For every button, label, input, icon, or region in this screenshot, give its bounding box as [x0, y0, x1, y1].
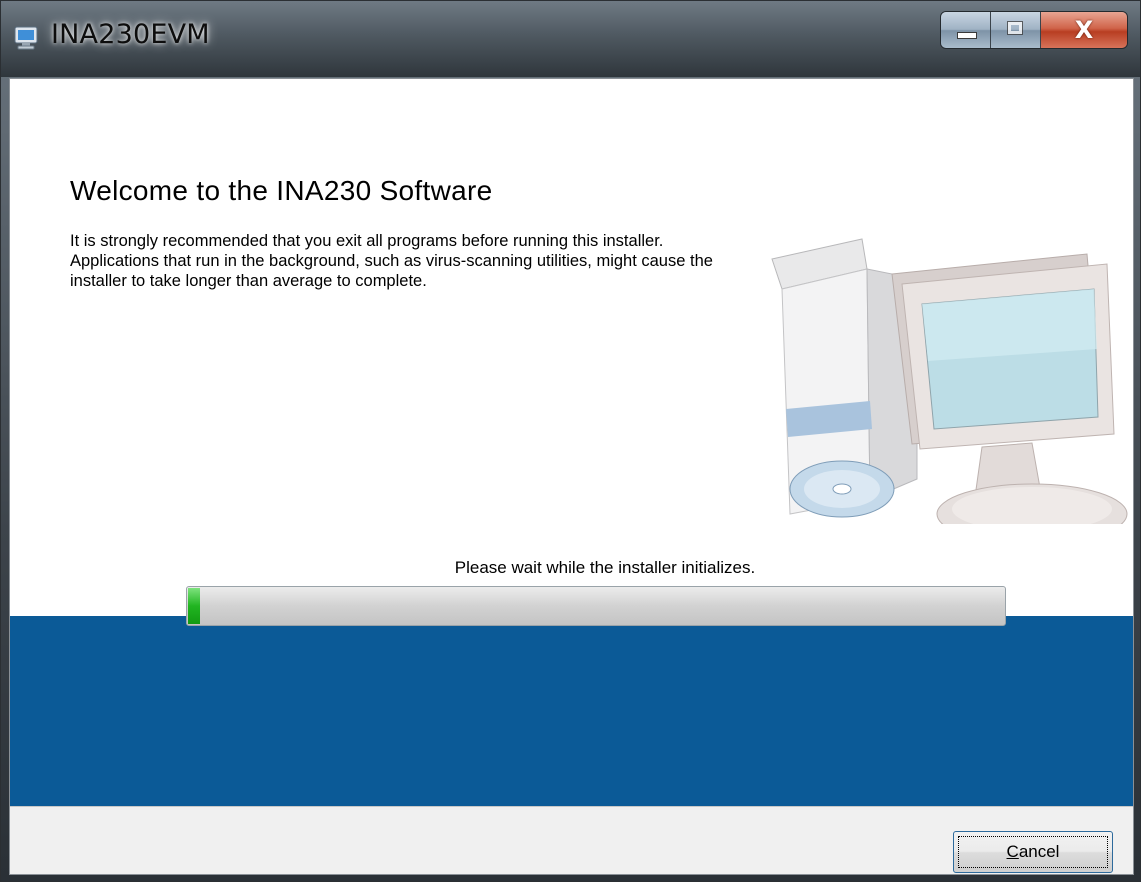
installer-content: Welcome to the INA230 Software It is str…	[9, 78, 1134, 875]
maximize-button[interactable]	[991, 12, 1041, 48]
window-title: INA230EVM	[51, 19, 210, 50]
caption-buttons: X	[940, 11, 1128, 49]
progress-bar	[186, 586, 1006, 626]
maximize-icon	[1007, 21, 1023, 35]
computer-with-cd-illustration	[771, 238, 1128, 524]
cancel-button[interactable]: Cancel	[953, 831, 1113, 873]
minimize-icon	[957, 32, 977, 39]
close-icon: X	[1074, 16, 1094, 44]
progress-fill	[188, 588, 200, 624]
blue-band	[10, 616, 1133, 806]
installer-computer-icon	[14, 26, 38, 50]
welcome-title: Welcome to the INA230 Software	[70, 175, 493, 206]
footer-bar: Cancel	[10, 806, 1133, 874]
focus-ring	[958, 836, 1108, 868]
title-bar[interactable]: INA230EVM X	[1, 1, 1140, 77]
close-button[interactable]: X	[1041, 12, 1127, 48]
installer-window: INA230EVM X Welcome to the INA230 Softwa…	[0, 0, 1141, 882]
minimize-button[interactable]	[941, 12, 991, 48]
status-message: Please wait while the installer initiali…	[454, 558, 756, 577]
welcome-message: It is strongly recommended that you exit…	[70, 232, 713, 290]
